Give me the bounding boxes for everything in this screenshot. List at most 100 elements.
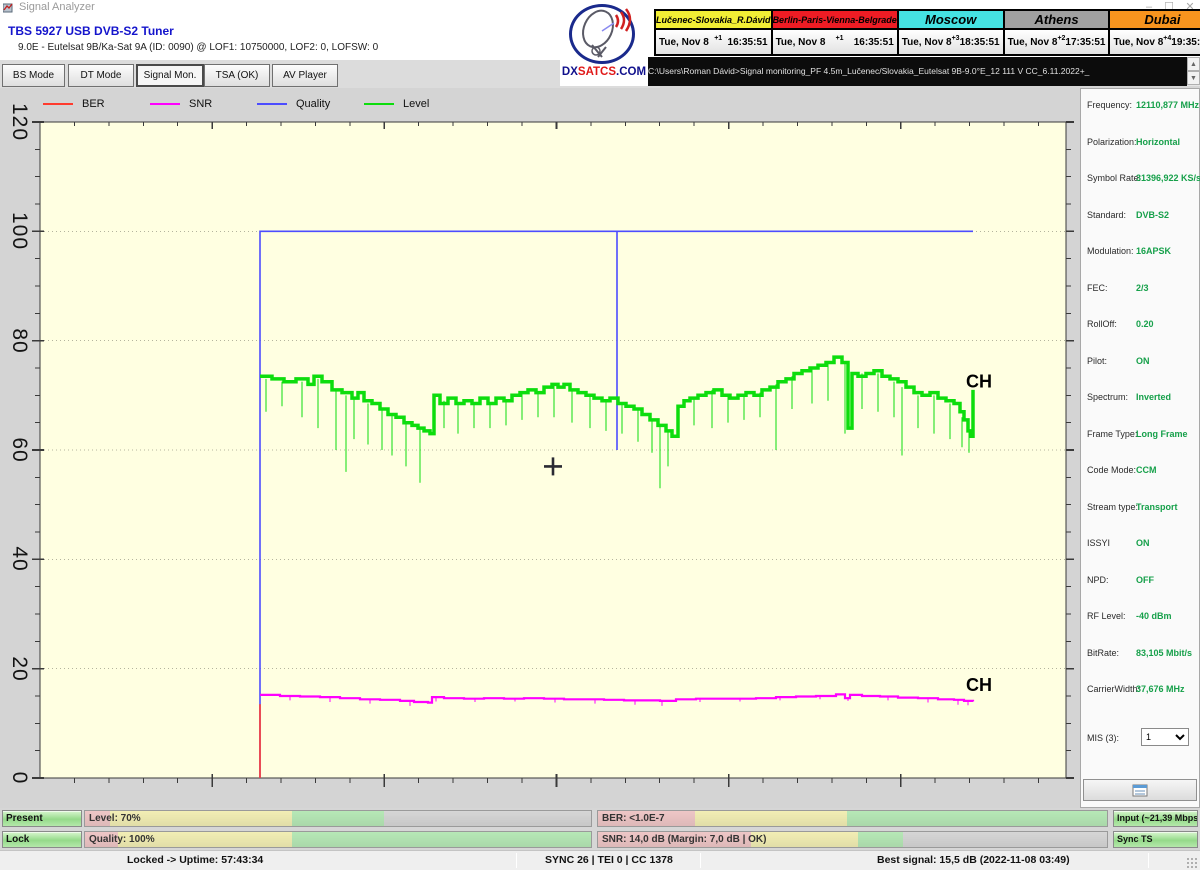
status-counters: SYNC 26 | TEI 0 | CC 1378 [545,854,673,866]
status-bar: Locked -> Uptime: 57:43:34 SYNC 26 | TEI… [0,850,1200,870]
clock-utc-offset: +4 [1163,34,1172,42]
param-label: FEC: [1087,282,1108,293]
clock-utc-offset: +1 [835,34,844,42]
clock-time: 16:35:51 [727,36,768,48]
clock-date: Tue, Nov 8 [775,36,826,48]
tab-dt-mode[interactable]: DT Mode [68,64,134,87]
param-value: 2/3 [1136,282,1149,293]
y-axis-label: 40 [8,546,31,572]
param-label: Symbol Rate: [1087,173,1142,183]
app-icon [3,3,13,13]
clock-date: Tue, Nov 8 [659,36,709,48]
param-value: 0.20 [1136,319,1154,329]
legend-item: Quality [257,96,330,112]
console-window[interactable]: C:\Users\Roman Dávid>Signal monitoring_P… [645,57,1187,86]
clock-name: Dubai [1110,11,1200,30]
clock-utc-offset: +1 [714,34,723,42]
clock-name: Moscow [898,11,1003,30]
param-value: Horizontal [1136,136,1180,147]
legend-item: BER [43,96,105,112]
clock-panel: Berlin-Paris-Vienna-Belgrade Tue, Nov 8 +1… [772,11,897,54]
meter-ber: BER: <1.0E-7 [597,810,1108,827]
clock-time-row: Tue, Nov 8 +2 17:35:51 [1004,30,1109,54]
param-label: Code Mode: [1087,465,1137,475]
y-axis-label: 0 [8,771,31,785]
signal-chart[interactable]: CH CH [0,88,1080,808]
param-label: NPD: [1087,574,1109,585]
window-title: Signal Analyzer [19,1,95,13]
meter-segment [292,811,384,826]
tab-tsa-ok-[interactable]: TSA (OK) [204,64,270,87]
scroll-down-icon[interactable]: ▼ [1187,71,1200,85]
param-value: -40 dBm [1136,611,1172,621]
logo-text-com: .COM [616,66,647,78]
param-label: RollOff: [1087,319,1117,329]
meter-label: Quality: 100% [89,834,155,845]
param-label: ISSYI [1087,538,1111,548]
meter-segment [292,832,591,847]
tab-bs-mode[interactable]: BS Mode [2,64,65,87]
legend-swatch-quality [257,103,287,105]
panel-list-button[interactable] [1083,779,1197,801]
indicator-present: Present [2,810,82,827]
mis-label: MIS (3): [1087,733,1120,743]
meter-segment [857,832,904,847]
clock-date: Tue, Nov 8 [901,36,952,48]
param-label: Modulation: [1087,246,1134,256]
param-label: Polarization: [1087,136,1137,147]
channel-label: CH [966,372,992,392]
meter-segment [383,811,591,826]
y-axis-label: 20 [8,655,31,682]
param-value: 37,676 MHz [1136,684,1185,694]
logo-text-dx: DX [561,66,578,78]
scroll-up-icon[interactable]: ▲ [1187,57,1200,71]
indicator-lock: Lock [2,831,82,848]
clock-panel: DubaiTue, Nov 8+419:35:51 [1110,11,1200,54]
legend-item: Level [364,96,429,112]
status-uptime: Locked -> Uptime: 57:43:34 [127,854,264,866]
meter-label: Level: 70% [89,813,141,824]
tab-signal-mon-[interactable]: Signal Mon. [136,64,204,87]
clock-time: 17:35:51 [1065,36,1106,48]
status-separator [1148,853,1149,868]
meter-label: SNR: 14,0 dB (Margin: 7,0 dB | OK) [602,834,767,845]
param-value: DVB-S2 [1136,209,1170,220]
param-value: OFF [1136,574,1154,585]
legend-swatch-snr [150,103,180,105]
param-label: Standard: [1087,209,1127,220]
world-clocks: Lučenec-Slovakia_R.Dávid Tue, Nov 8 +1 16:3… [654,9,1200,56]
resize-grip[interactable] [1186,857,1198,869]
logo-text: DXSATCS.COM [560,66,648,78]
param-label: Stream type: [1087,501,1139,512]
param-label: Frequency: [1087,100,1133,110]
clock-time-row: Tue, Nov 8+419:35:51 [1110,30,1200,54]
meter-snr: SNR: 14,0 dB (Margin: 7,0 dB | OK) [597,831,1108,848]
console-scrollbar: ▲ ▼ [1187,57,1200,86]
clock-time: 18:35:51 [959,36,1000,48]
meter-segment [847,811,1107,826]
logo-text-satcs: SATCS [577,66,617,78]
satellite-dish-icon [582,8,632,58]
tuner-subtitle: 9.0E - Eutelsat 9B/Ka-Sat 9A (ID: 0090) … [18,42,379,53]
status-separator [516,853,517,868]
legend-swatch-level [364,103,394,105]
tuner-title: TBS 5927 USB DVB-S2 Tuner [8,24,174,38]
y-axis-label: 60 [8,437,31,463]
clock-time-row: Tue, Nov 8 +1 16:35:51 [656,30,771,54]
param-label: Spectrum: [1087,392,1129,402]
legend-label: Quality [296,98,331,110]
legend-item: SNR [150,96,212,112]
legend-label: Level [403,98,430,110]
tab-av-player[interactable]: AV Player [272,64,338,87]
mis-select[interactable]: 1 [1141,728,1189,746]
param-value: ON [1136,538,1150,548]
y-axis-label: 120 [8,102,31,142]
clock-time-row: Tue, Nov 8 +1 16:35:51 [772,30,897,54]
clock-time: 16:35:51 [853,36,894,48]
meter-segment [694,811,848,826]
param-label: CarrierWidth: [1087,684,1141,694]
param-label: Frame Type: [1087,428,1138,439]
logo-oval [569,4,635,64]
meter-level: Level: 70% [84,810,592,827]
console-text: C:\Users\Roman Dávid>Signal monitoring_P… [648,66,1090,76]
